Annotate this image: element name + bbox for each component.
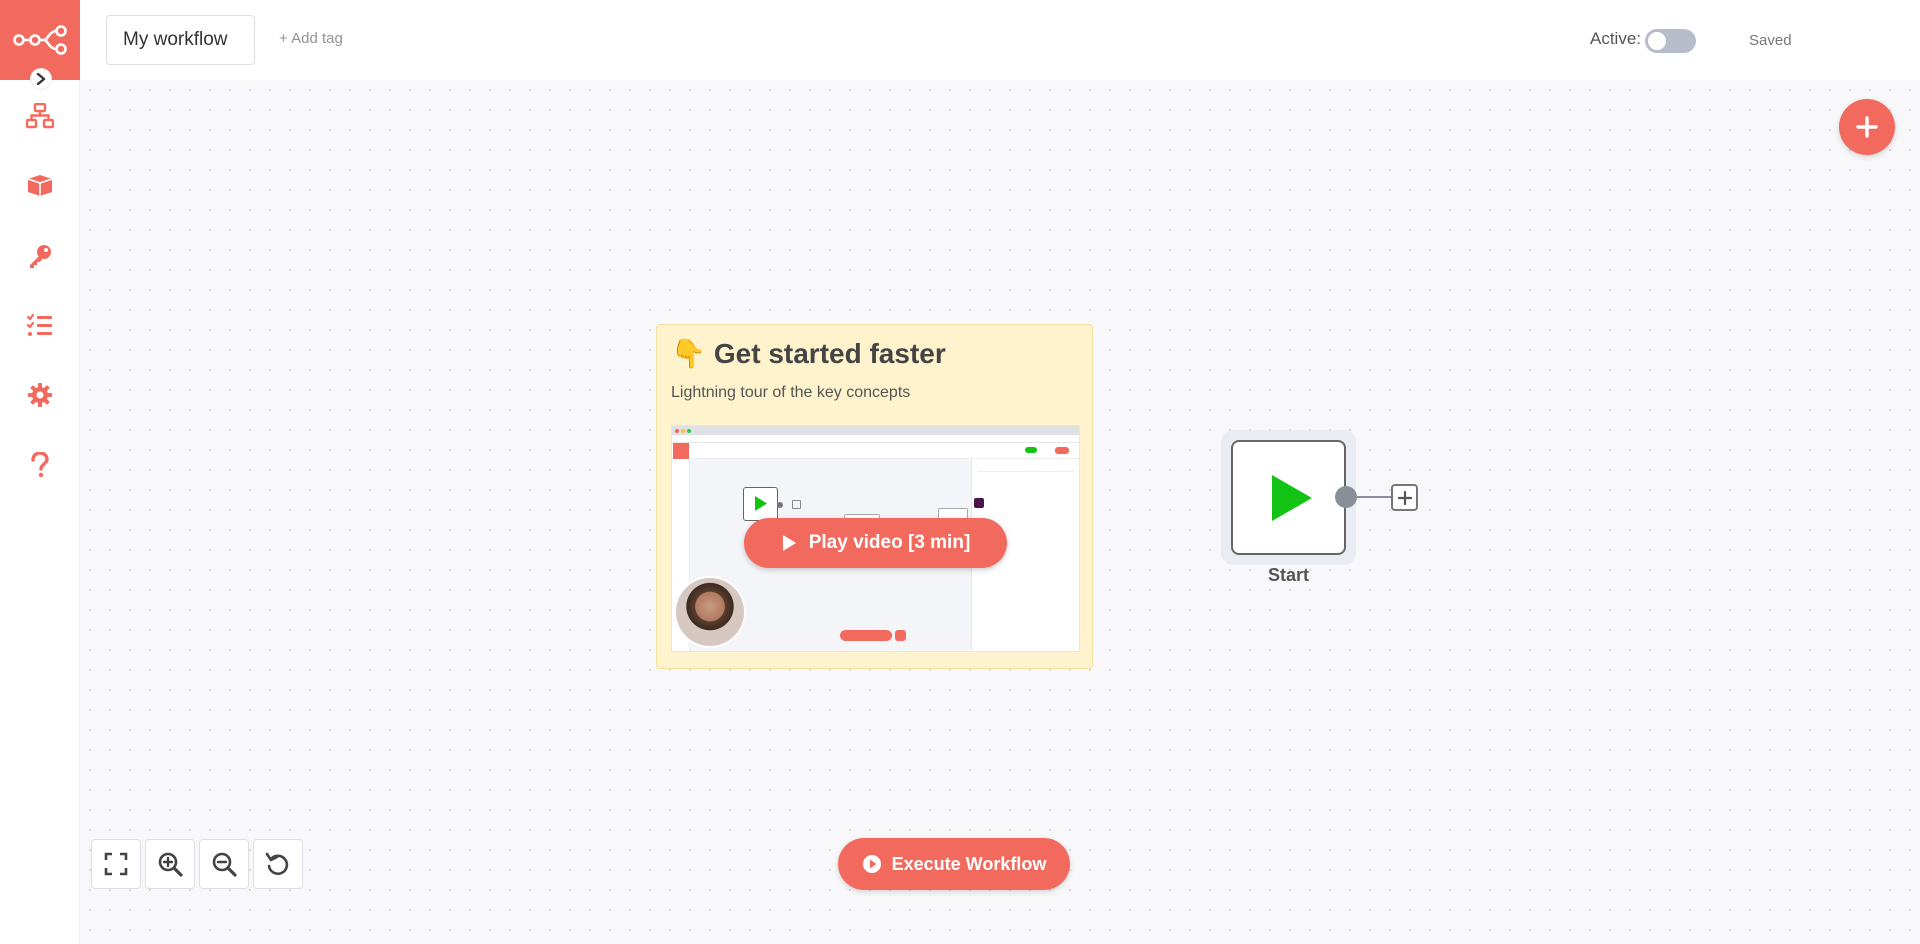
mini-dot xyxy=(681,429,685,433)
plus-icon xyxy=(1397,490,1412,505)
box-open-icon xyxy=(27,175,53,196)
undo-icon xyxy=(265,852,289,876)
presenter-avatar xyxy=(674,576,746,648)
mini-trash xyxy=(895,630,906,641)
mini-execute xyxy=(840,630,892,641)
toggle-knob xyxy=(1648,32,1666,50)
sticky-title: 👇 Get started faster xyxy=(671,337,946,370)
mini-play-icon xyxy=(755,496,767,511)
sidebar-item-executions[interactable] xyxy=(24,309,56,341)
expand-sidebar-button[interactable] xyxy=(31,69,51,89)
node-output-handle[interactable] xyxy=(1335,486,1357,508)
network-icon xyxy=(26,103,54,129)
mini-start-node xyxy=(743,487,778,521)
play-icon xyxy=(782,535,796,551)
mini-browser-tabs xyxy=(672,426,1079,435)
play-video-label: Play video [3 min] xyxy=(808,532,971,553)
sticky-subtitle: Lightning tour of the key concepts xyxy=(671,384,911,401)
execute-workflow-button[interactable]: Execute Workflow xyxy=(838,838,1070,890)
add-tag-link[interactable]: + Add tag xyxy=(279,30,343,47)
mini-header xyxy=(672,443,1079,459)
question-icon xyxy=(31,452,49,478)
video-thumbnail[interactable]: Play video [3 min] xyxy=(671,425,1080,652)
mini-search xyxy=(978,464,1074,472)
zoom-in-button[interactable] xyxy=(145,839,195,889)
save-status: Saved xyxy=(1749,32,1792,49)
mini-plus xyxy=(792,500,801,509)
mini-slack-icon xyxy=(974,498,984,508)
sidebar-item-workflows[interactable] xyxy=(24,100,56,132)
sidebar-item-settings[interactable] xyxy=(24,379,56,411)
top-header: My workflow + Add tag xyxy=(80,0,1920,80)
reset-zoom-button[interactable] xyxy=(253,839,303,889)
execute-workflow-label: Execute Workflow xyxy=(891,853,1047,874)
connector-line xyxy=(1357,496,1391,498)
mini-dot xyxy=(675,429,679,433)
start-node-box[interactable] xyxy=(1231,440,1346,555)
play-circle-icon xyxy=(862,855,881,873)
mini-logo xyxy=(673,443,689,459)
n8n-logo[interactable] xyxy=(0,0,80,80)
add-next-node-button[interactable] xyxy=(1391,484,1418,511)
play-icon xyxy=(1271,474,1312,521)
tasks-icon xyxy=(27,313,52,336)
active-toggle[interactable] xyxy=(1645,29,1696,53)
pointing-down-emoji: 👇 xyxy=(671,338,706,369)
sidebar-item-help[interactable] xyxy=(24,449,56,481)
plus-icon xyxy=(1856,116,1878,138)
zoom-out-button[interactable] xyxy=(199,839,249,889)
sidebar-item-credentials[interactable] xyxy=(24,240,56,272)
mini-address-bar xyxy=(672,435,1079,443)
logo-icon xyxy=(13,25,67,55)
chevron-right-icon xyxy=(36,73,46,85)
active-label: Active: xyxy=(1590,29,1642,48)
play-video-button[interactable]: Play video [3 min] xyxy=(744,518,1007,568)
zoom-out-icon xyxy=(212,852,237,877)
sticky-note[interactable]: 👇 Get started faster Lightning tour of t… xyxy=(656,324,1093,669)
main-sidebar xyxy=(0,0,80,944)
zoom-in-icon xyxy=(158,852,183,877)
mini-output-dot xyxy=(777,502,783,508)
mini-dot xyxy=(687,429,691,433)
zoom-to-fit-button[interactable] xyxy=(91,839,141,889)
key-icon xyxy=(30,245,51,268)
start-node-label: Start xyxy=(1267,565,1309,585)
sidebar-item-templates[interactable] xyxy=(24,169,56,201)
fullscreen-icon xyxy=(104,852,128,876)
add-node-button[interactable] xyxy=(1839,99,1895,155)
gear-icon xyxy=(28,383,52,407)
sticky-title-text: Get started faster xyxy=(713,337,946,369)
mini-toggle xyxy=(1025,447,1037,453)
workflow-name-field[interactable]: My workflow xyxy=(106,15,255,65)
mini-save xyxy=(1055,447,1069,454)
